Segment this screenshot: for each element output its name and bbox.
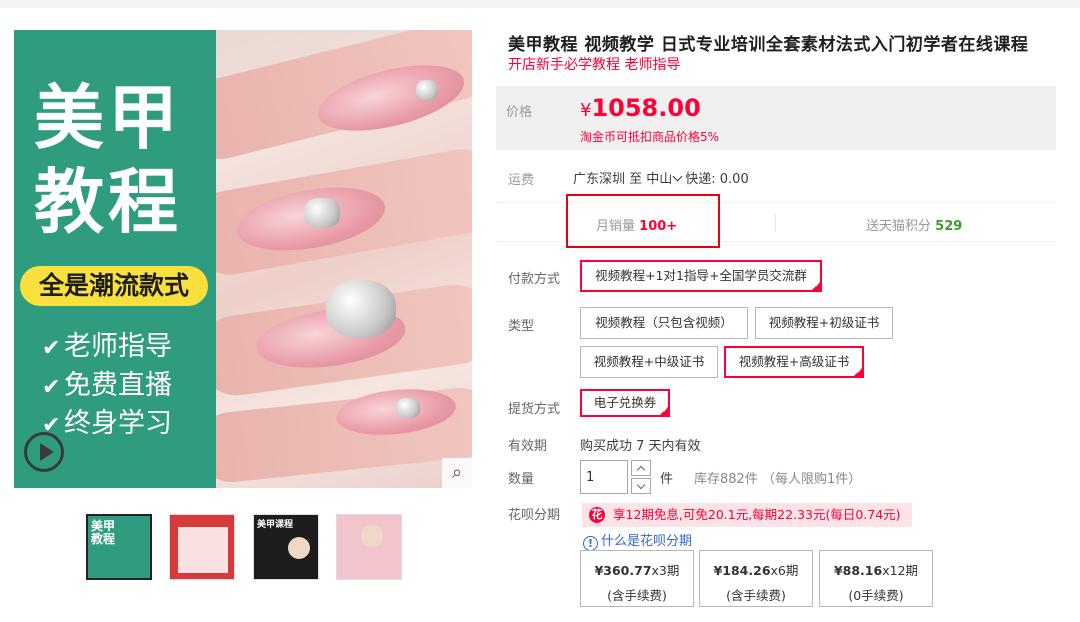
product-subtitle: 开店新手必学教程 老师指导 (508, 57, 681, 73)
promo-title-line2: 教程 (34, 161, 182, 243)
quantity-unit: 件 (660, 472, 674, 487)
huabei-promo: 花享12期免息,可免20.1元,每期22.33元(每日0.74元) (582, 503, 912, 527)
quantity-label: 数量 (508, 472, 535, 487)
payment-label: 付款方式 (508, 272, 561, 287)
magnifier-icon[interactable]: ⌕ (442, 458, 472, 488)
price-amount: 1058.00 (591, 94, 701, 122)
info-circle-icon: ! (583, 536, 598, 551)
huabei-logo-icon: 花 (589, 507, 605, 523)
type-option[interactable]: 视频教程（只包含视频） (580, 307, 748, 339)
main-product-image[interactable]: 美甲 教程 全是潮流款式 ✔ 老师指导 ✔ 免费直播 ✔ 终身学习 ⌕ (14, 30, 472, 488)
delivery-option[interactable]: 电子兑换券 (580, 389, 670, 417)
type-option[interactable]: 视频教程+中级证书 (580, 346, 718, 378)
type-option[interactable]: 视频教程+高级证书 (724, 346, 864, 378)
shipping-label: 运费 (508, 173, 535, 188)
price-label: 价格 (506, 105, 533, 120)
type-option[interactable]: 视频教程+初级证书 (755, 307, 893, 339)
thumbnail-item[interactable]: 美甲课程 (253, 514, 319, 580)
thumbnail-label: 美甲课程 (257, 520, 294, 530)
thumbnail-item[interactable]: 美甲 教程 (86, 514, 152, 580)
delivery-label: 提货方式 (508, 402, 561, 417)
chevron-down-icon[interactable] (672, 171, 683, 182)
checkmark-icon: ✔ (42, 375, 61, 400)
annotation-highlight-box (566, 194, 720, 248)
validity-label: 有效期 (508, 439, 548, 454)
thumbnail-item[interactable] (169, 514, 235, 580)
divider (775, 214, 776, 232)
price-panel: 价格 ¥1058.00 淘金币可抵扣商品价格5% (496, 86, 1056, 150)
play-circle-icon[interactable] (24, 432, 64, 472)
installment-option[interactable]: ¥184.26x6期 (含手续费) (699, 550, 813, 607)
tmall-points: 送天猫积分 529 (866, 219, 963, 234)
price-value: ¥1058.00 (580, 94, 701, 122)
quantity-input[interactable]: 1 (580, 460, 628, 494)
huabei-label: 花呗分期 (508, 508, 561, 523)
promo-panel: 美甲 教程 全是潮流款式 ✔ 老师指导 ✔ 免费直播 ✔ 终身学习 (14, 30, 216, 488)
checkmark-icon: ✔ (42, 336, 61, 361)
validity-value: 购买成功 7 天内有效 (580, 439, 701, 454)
shipping-fee: 快递: 0.00 (685, 172, 749, 187)
feature-item: ✔ 免费直播 (42, 369, 172, 405)
shipping-route[interactable]: 广东深圳 至 中山 (573, 172, 672, 187)
thumbnail-item[interactable] (336, 514, 402, 580)
huabei-help-link[interactable]: ! 什么是花呗分期 (583, 530, 692, 551)
trend-badge: 全是潮流款式 (20, 266, 208, 306)
installment-option[interactable]: ¥88.16x12期 (0手续费) (819, 550, 933, 607)
top-strip (0, 0, 1080, 8)
feature-item: ✔ 老师指导 (42, 330, 172, 366)
feature-item: ✔ 终身学习 (42, 407, 172, 443)
product-title: 美甲教程 视频教学 日式专业培训全套素材法式入门初学者在线课程 (508, 35, 1029, 55)
type-label: 类型 (508, 319, 535, 334)
installment-option[interactable]: ¥360.77x3期 (含手续费) (580, 550, 694, 607)
quantity-decrease-button[interactable] (631, 478, 651, 494)
promo-title-line1: 美甲 (34, 77, 182, 159)
stock-info: 库存882件 （每人限购1件） (694, 472, 862, 487)
thumbnail-label: 美甲 教程 (91, 519, 116, 546)
quantity-increase-button[interactable] (631, 460, 651, 476)
payment-option[interactable]: 视频教程+1对1指导+全国学员交流群 (580, 260, 822, 292)
coin-discount-note: 淘金币可抵扣商品价格5% (580, 130, 720, 144)
shipping-info: 广东深圳 至 中山 快递: 0.00 (573, 168, 749, 187)
currency-symbol: ¥ (580, 100, 592, 121)
nail-photo: ⌕ (216, 30, 472, 488)
